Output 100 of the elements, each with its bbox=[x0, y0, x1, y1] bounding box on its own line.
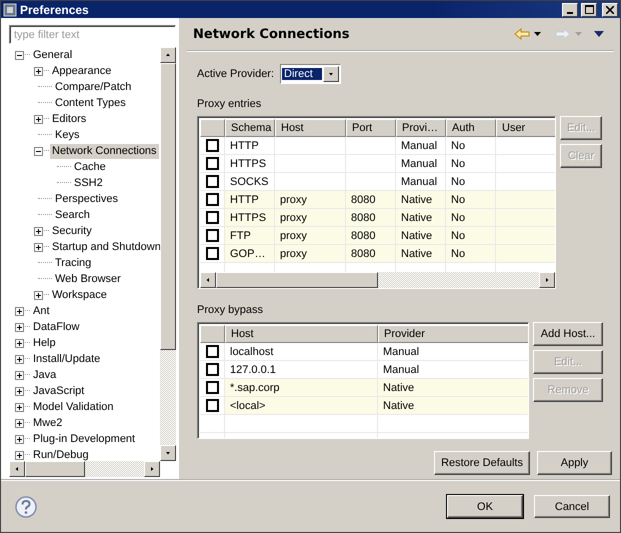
column-header: Host bbox=[225, 325, 378, 343]
table-cell: Native bbox=[378, 379, 528, 396]
table-cell: 8080 bbox=[346, 191, 396, 208]
tree-item[interactable]: Ant bbox=[31, 304, 52, 318]
checkbox[interactable] bbox=[206, 157, 218, 170]
tree-item[interactable]: Keys bbox=[53, 128, 82, 142]
vertical-scrollbar[interactable] bbox=[160, 47, 176, 461]
minimize-icon bbox=[567, 12, 573, 14]
table-cell: 8080 bbox=[346, 209, 396, 226]
tree-item[interactable]: JavaScript bbox=[31, 384, 86, 398]
ok-button[interactable]: OK bbox=[447, 495, 523, 518]
tree-item[interactable]: Mwe2 bbox=[31, 416, 64, 430]
expand-icon[interactable] bbox=[15, 418, 24, 428]
checkbox[interactable] bbox=[206, 363, 218, 376]
apply-button[interactable]: Apply bbox=[537, 451, 612, 475]
collapse-icon[interactable] bbox=[34, 146, 43, 156]
horizontal-scrollbar[interactable] bbox=[9, 461, 160, 477]
close-button[interactable] bbox=[602, 2, 618, 16]
tree-item[interactable]: Editors bbox=[50, 112, 88, 126]
provider-dropdown[interactable]: Direct bbox=[280, 64, 342, 84]
tree-item[interactable]: Content Types bbox=[53, 96, 128, 110]
table[interactable]: Host Provider localhost Manual 127.0.0.1 Manual *.sap.corp Native <local> Native bbox=[197, 322, 529, 439]
checkbox[interactable] bbox=[206, 399, 218, 412]
expand-icon[interactable] bbox=[15, 386, 24, 396]
expand-icon[interactable] bbox=[15, 434, 24, 444]
horizontal-scrollbar[interactable] bbox=[200, 272, 555, 288]
restore-defaults-button[interactable]: Restore Defaults bbox=[434, 451, 530, 475]
tree-item[interactable]: Plug-in Development bbox=[31, 432, 138, 446]
left-arrow-icon bbox=[13, 465, 21, 473]
table-row[interactable]: localhost Manual bbox=[200, 343, 528, 361]
tree-item[interactable]: Tracing bbox=[53, 256, 94, 270]
tree-item[interactable]: Cache bbox=[72, 160, 108, 174]
checkbox[interactable] bbox=[206, 381, 218, 394]
expand-icon[interactable] bbox=[34, 242, 43, 252]
tree-item[interactable]: Network Connections bbox=[50, 144, 159, 158]
tree-item[interactable]: Perspectives bbox=[53, 192, 120, 206]
expand-icon[interactable] bbox=[15, 338, 24, 348]
expand-icon[interactable] bbox=[15, 322, 24, 332]
expand-icon[interactable] bbox=[34, 114, 43, 124]
table-row[interactable]: HTTPS Manual No bbox=[200, 155, 555, 173]
collapse-icon[interactable] bbox=[15, 50, 24, 60]
maximize-button[interactable] bbox=[581, 2, 597, 16]
checkbox[interactable] bbox=[206, 139, 218, 152]
tree-item[interactable]: SSH2 bbox=[72, 176, 105, 190]
checkbox[interactable] bbox=[206, 247, 218, 260]
table-cell: HTTP bbox=[225, 137, 275, 154]
right-arrow-icon bbox=[543, 276, 551, 284]
tree-item[interactable]: Compare/Patch bbox=[53, 80, 134, 94]
filter-field[interactable]: type filter text bbox=[9, 25, 176, 44]
tree-item[interactable]: Java bbox=[31, 368, 58, 382]
tree-item[interactable]: Security bbox=[50, 224, 94, 238]
expand-icon[interactable] bbox=[34, 290, 43, 300]
caret-icon[interactable] bbox=[534, 32, 541, 36]
help-icon[interactable] bbox=[15, 496, 37, 518]
tree-item[interactable]: Install/Update bbox=[31, 352, 102, 366]
tree-item[interactable]: Startup and Shutdown bbox=[50, 240, 160, 254]
tree-item[interactable]: Model Validation bbox=[31, 400, 116, 414]
expand-icon[interactable] bbox=[15, 306, 24, 316]
expand-icon[interactable] bbox=[34, 66, 43, 76]
tree-item[interactable]: Workspace bbox=[50, 288, 109, 302]
checkbox[interactable] bbox=[206, 345, 218, 358]
table[interactable]: Schema Host Port Provi… Auth User HTTP Manual No HTTPS Manual No SOCKS Manual No HTTP proxy 8080 Native No HTTPS proxy 8080 Native No FTP proxy 8080 Native No GOP… proxy 8080 Native No bbox=[197, 116, 556, 289]
tree-item[interactable]: Search bbox=[53, 208, 92, 222]
table-row[interactable]: FTP proxy 8080 Native No bbox=[200, 227, 555, 245]
table-cell: No bbox=[446, 191, 496, 208]
table-row[interactable]: HTTP proxy 8080 Native No bbox=[200, 191, 555, 209]
checkbox[interactable] bbox=[206, 211, 218, 224]
cancel-button[interactable]: Cancel bbox=[534, 495, 610, 518]
column-header: Provider bbox=[378, 325, 528, 343]
checkbox[interactable] bbox=[206, 193, 218, 206]
table-row[interactable]: GOP… proxy 8080 Native No bbox=[200, 245, 555, 263]
tree-item[interactable]: General bbox=[31, 48, 74, 62]
table-row[interactable]: <local> Native bbox=[200, 397, 528, 415]
table-row[interactable]: 127.0.0.1 Manual bbox=[200, 361, 528, 379]
checkbox[interactable] bbox=[206, 229, 218, 242]
table-cell: Native bbox=[396, 227, 446, 244]
table-row[interactable]: HTTPS proxy 8080 Native No bbox=[200, 209, 555, 227]
tree-item[interactable]: Run/Debug bbox=[31, 448, 91, 461]
expand-icon[interactable] bbox=[15, 354, 24, 364]
checkbox[interactable] bbox=[206, 175, 218, 188]
tree-item[interactable]: Web Browser bbox=[53, 272, 123, 286]
minimize-button[interactable] bbox=[562, 2, 578, 16]
column-header: Auth bbox=[446, 119, 496, 137]
tree-item[interactable]: Help bbox=[31, 336, 58, 350]
tree-item[interactable]: DataFlow bbox=[31, 320, 82, 334]
table-row[interactable]: *.sap.corp Native bbox=[200, 379, 528, 397]
tree-item[interactable]: Appearance bbox=[50, 64, 114, 78]
table-cell: 8080 bbox=[346, 227, 396, 244]
table-row[interactable]: SOCKS Manual No bbox=[200, 173, 555, 191]
up-arrow-icon bbox=[164, 51, 172, 59]
down-arrow-icon bbox=[327, 70, 336, 78]
table-cell: FTP bbox=[225, 227, 275, 244]
expand-icon[interactable] bbox=[15, 450, 24, 460]
menu-icon[interactable] bbox=[594, 31, 604, 37]
expand-icon[interactable] bbox=[34, 226, 43, 236]
column-header: Provi… bbox=[396, 119, 446, 137]
expand-icon[interactable] bbox=[15, 370, 24, 380]
table-row[interactable]: HTTP Manual No bbox=[200, 137, 555, 155]
table-button[interactable]: Add Host... bbox=[533, 322, 603, 346]
expand-icon[interactable] bbox=[15, 402, 24, 412]
